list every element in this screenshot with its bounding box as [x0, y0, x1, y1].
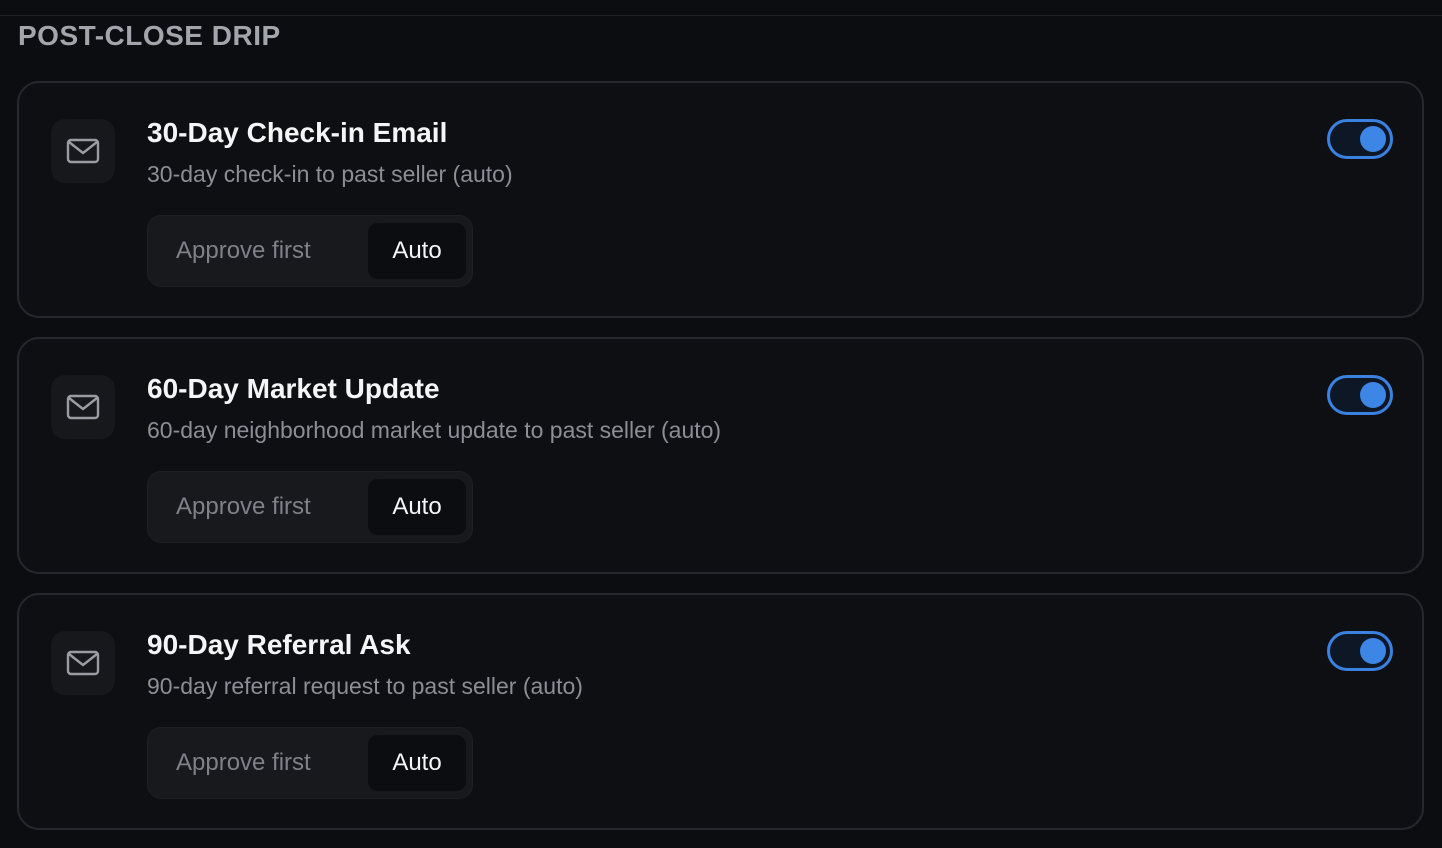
- auto-option-selected[interactable]: Auto: [368, 223, 466, 279]
- card-subtitle: 30-day check-in to past seller (auto): [147, 161, 513, 187]
- section-title: POST-CLOSE DRIP: [18, 20, 281, 51]
- toggle-knob: [1360, 382, 1386, 408]
- approve-first-option[interactable]: Approve first: [176, 472, 311, 542]
- card-subtitle: 60-day neighborhood market update to pas…: [147, 417, 722, 443]
- enable-toggle[interactable]: [1327, 631, 1393, 671]
- mode-segmented-control: Approve first Auto: [147, 471, 473, 543]
- mail-icon: [51, 375, 115, 439]
- card-title: 60-Day Market Update: [147, 373, 440, 404]
- mode-segmented-control: Approve first Auto: [147, 215, 473, 287]
- auto-option-selected[interactable]: Auto: [368, 735, 466, 791]
- toggle-knob: [1360, 638, 1386, 664]
- approve-first-option[interactable]: Approve first: [176, 728, 311, 798]
- enable-toggle[interactable]: [1327, 119, 1393, 159]
- mail-icon: [51, 631, 115, 695]
- drip-card-90-day: 90-Day Referral Ask 90-day referral requ…: [17, 593, 1424, 830]
- auto-option-selected[interactable]: Auto: [368, 479, 466, 535]
- card-title: 90-Day Referral Ask: [147, 629, 411, 660]
- top-divider: [0, 15, 1442, 16]
- card-title: 30-Day Check-in Email: [147, 117, 448, 148]
- mail-icon: [51, 119, 115, 183]
- approve-first-option[interactable]: Approve first: [176, 216, 311, 286]
- mode-segmented-control: Approve first Auto: [147, 727, 473, 799]
- drip-card-60-day: 60-Day Market Update 60-day neighborhood…: [17, 337, 1424, 574]
- card-subtitle: 90-day referral request to past seller (…: [147, 673, 583, 699]
- enable-toggle[interactable]: [1327, 375, 1393, 415]
- drip-card-30-day: 30-Day Check-in Email 30-day check-in to…: [17, 81, 1424, 318]
- toggle-knob: [1360, 126, 1386, 152]
